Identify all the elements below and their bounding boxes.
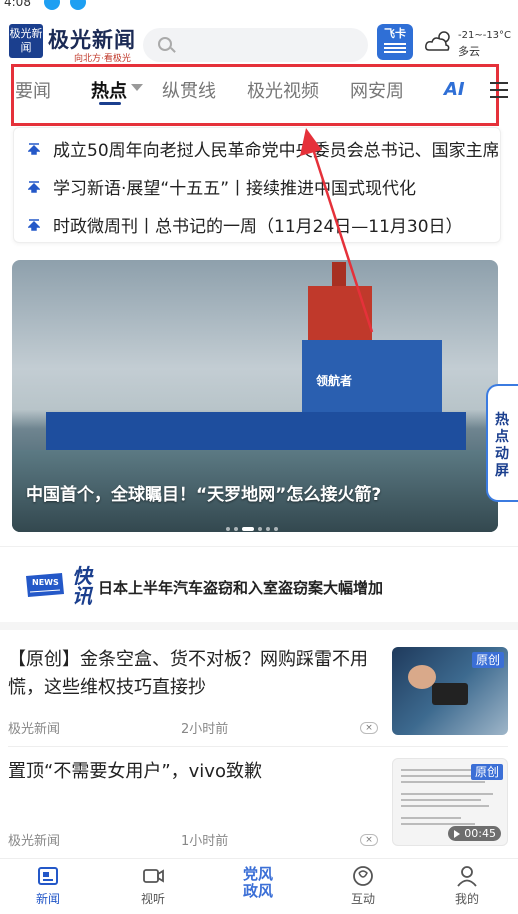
hero-carousel[interactable]: 领航者 中国首个，全球瞩目！“天罗地网”怎么接火箭? <box>12 260 498 532</box>
article-title[interactable]: 【原创】金条空盒、货不对板？网购踩雷不用慌，这些维权技巧直接抄 <box>8 646 376 702</box>
kuaixun-icon: 快讯 <box>72 564 92 608</box>
nav-video-label: 视听 <box>140 892 165 906</box>
app-header: 极光新闻 极光新闻 向北方·看极光 飞卡 -21~-13°C 多云 <box>0 18 518 70</box>
ship-image <box>308 286 372 342</box>
profile-icon <box>457 866 477 887</box>
article-source: 极光新闻 <box>8 722 61 737</box>
tab-zongguanxian[interactable]: 纵贯线 <box>162 77 216 103</box>
fk-card-label: 飞卡 <box>384 27 406 40</box>
fk-card-bars <box>384 43 406 55</box>
headline-item[interactable]: 成立50周年向老挝人民革命党中央委员会总书记、国家主席 <box>28 136 498 166</box>
cloudy-weather-icon <box>425 31 450 51</box>
tab-wanganzhou[interactable]: 网安周 <box>350 77 404 103</box>
ship-image <box>46 412 466 454</box>
tab-yaowen[interactable]: 要闻 <box>15 77 51 103</box>
pin-top-icon <box>28 181 40 193</box>
carousel-dot-active <box>242 527 254 531</box>
chevron-down-icon[interactable] <box>131 84 143 91</box>
dismiss-icon[interactable]: × <box>360 834 378 846</box>
ai-assistant-icon[interactable]: AI <box>444 79 465 100</box>
news-icon <box>38 867 58 885</box>
article-time: 1小时前 <box>181 834 229 849</box>
carousel-dot <box>226 527 230 531</box>
nav-news[interactable]: 新闻 <box>18 865 78 907</box>
search-icon <box>158 37 172 51</box>
menu-icon[interactable] <box>490 82 508 98</box>
logo-icon: 极光新闻 <box>9 24 43 58</box>
original-badge: 原创 <box>470 764 503 780</box>
article-time: 2小时前 <box>181 722 229 737</box>
pin-top-icon <box>28 219 40 231</box>
divider <box>8 746 508 747</box>
tab-redian[interactable]: 热点 <box>91 77 127 103</box>
search-input[interactable] <box>181 34 356 56</box>
article-thumbnail[interactable]: 原创 <box>392 647 508 735</box>
pin-top-icon <box>28 143 40 155</box>
nav-news-label: 新闻 <box>35 892 60 906</box>
article-source: 极光新闻 <box>8 834 61 849</box>
notification-icon <box>70 0 86 10</box>
nav-video[interactable]: 视听 <box>123 865 183 907</box>
nav-profile-label: 我的 <box>454 892 479 906</box>
section-gap <box>0 622 518 630</box>
dismiss-icon[interactable]: × <box>360 722 378 734</box>
divider <box>0 546 518 547</box>
carousel-dot <box>258 527 262 531</box>
carousel-caption[interactable]: 中国首个，全球瞩目！“天罗地网”怎么接火箭? <box>26 480 381 505</box>
video-icon <box>143 869 164 883</box>
weather-condition: 多云 <box>458 45 480 58</box>
phone-image <box>408 665 468 705</box>
status-time: 4:08 <box>4 0 31 9</box>
nav-profile[interactable]: 我的 <box>437 865 497 907</box>
top-headlines: 成立50周年向老挝人民革命党中央委员会总书记、国家主席 学习新语·展望“十五五”… <box>13 127 501 243</box>
headline-item[interactable]: 时政微周刊丨总书记的一周（11月24日—11月30日） <box>28 212 498 242</box>
status-bar: 4:08 <box>0 0 518 14</box>
carousel-dot <box>266 527 270 531</box>
notification-icon <box>44 0 60 10</box>
headline-text: 学习新语·展望“十五五”丨接续推进中国式现代化 <box>53 179 417 199</box>
search-bar[interactable] <box>143 28 368 62</box>
hot-tab-label: 热点动屏 <box>495 412 509 479</box>
video-duration: 00:45 <box>448 826 501 841</box>
ship-name-text: 领航者 <box>316 374 353 388</box>
headline-text: 时政微周刊丨总书记的一周（11月24日—11月30日） <box>53 217 463 237</box>
headline-text: 成立50周年向老挝人民革命党中央委员会总书记、国家主席 <box>53 141 498 161</box>
news-flash-icon: NEWS <box>26 573 64 597</box>
fk-card-icon[interactable]: 飞卡 <box>377 24 413 60</box>
flash-news-text[interactable]: 日本上半年汽车盗窃和入室盗窃案大幅增加 <box>98 577 383 598</box>
video-thumbnail[interactable]: 原创 00:45 <box>392 758 508 846</box>
hot-dynamic-screen-tab[interactable]: 热点动屏 <box>486 384 518 502</box>
news-icon-label: NEWS <box>32 578 59 587</box>
nav-party-style[interactable]: 党风政风 <box>238 866 278 900</box>
carousel-dot <box>234 527 238 531</box>
app-logo-text: 极光新闻 <box>48 27 136 52</box>
nav-interaction-label: 互动 <box>350 892 375 906</box>
nav-interaction[interactable]: 互动 <box>333 865 393 907</box>
carousel-indicator <box>226 516 282 532</box>
headline-item[interactable]: 学习新语·展望“十五五”丨接续推进中国式现代化 <box>28 174 498 204</box>
article-title[interactable]: 置顶“不需要女用户”，vivo致歉 <box>8 758 376 786</box>
carousel-dot <box>274 527 278 531</box>
app-slogan: 向北方·看极光 <box>74 54 131 64</box>
weather-temperature: -21~-13°C <box>458 30 512 41</box>
interaction-icon <box>353 866 373 886</box>
tab-jiguang-video[interactable]: 极光视频 <box>247 77 319 103</box>
active-tab-indicator <box>99 102 121 105</box>
